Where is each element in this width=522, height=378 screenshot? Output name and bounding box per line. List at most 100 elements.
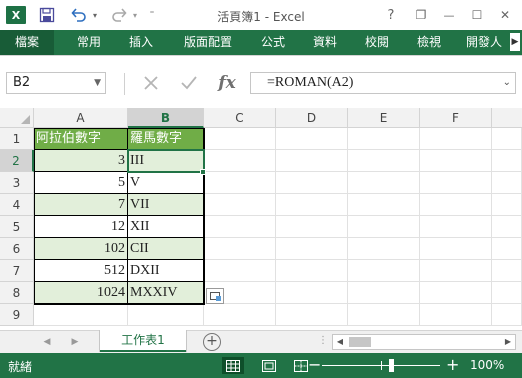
expand-formula-bar-icon[interactable]: ⌄ [503,73,511,93]
empty-cell[interactable] [348,194,420,216]
row-header-9[interactable]: 9 [0,304,34,326]
empty-cell[interactable] [348,150,420,172]
add-sheet-button[interactable]: + [203,333,221,351]
empty-cell[interactable] [492,150,522,172]
empty-cell[interactable] [348,128,420,150]
row-header-4[interactable]: 4 [0,194,34,216]
scroll-left-icon[interactable]: ◀ [333,335,347,349]
zoom-slider-thumb[interactable] [389,359,394,372]
empty-cell[interactable] [276,238,348,260]
empty-cell[interactable] [348,216,420,238]
empty-cell[interactable] [204,216,276,238]
ribbon-scroll-right-icon[interactable]: ▶ [510,33,520,51]
empty-cell[interactable] [420,172,492,194]
empty-cell[interactable] [420,260,492,282]
tab-split-handle-icon[interactable]: ⋮ [318,335,328,346]
quick-analysis-icon[interactable] [206,288,224,304]
empty-cell[interactable] [492,172,522,194]
prev-sheet-icon[interactable]: ◀ [40,335,54,349]
empty-cell[interactable] [204,172,276,194]
empty-cell[interactable] [492,304,522,326]
close-button[interactable]: ✕ [494,4,516,26]
empty-cell[interactable] [492,282,522,304]
table-cell-arabic[interactable]: 3 [34,150,128,172]
redo-icon[interactable] [108,6,130,24]
empty-cell[interactable] [276,172,348,194]
table-header-roman[interactable]: 羅馬數字 [128,128,204,150]
empty-cell[interactable] [348,304,420,326]
table-cell-roman[interactable]: CII [128,238,204,260]
column-header-c[interactable]: C [204,108,276,128]
horizontal-scroll-thumb[interactable] [349,337,371,347]
empty-cell[interactable] [34,304,128,326]
empty-cell[interactable] [204,194,276,216]
cancel-icon[interactable] [140,72,162,94]
table-cell-arabic[interactable]: 7 [34,194,128,216]
table-cell-arabic[interactable]: 512 [34,260,128,282]
name-box-dropdown-icon[interactable]: ▼ [94,73,101,93]
empty-cell[interactable] [492,238,522,260]
column-header-f[interactable]: F [420,108,492,128]
empty-cell[interactable] [204,238,276,260]
empty-cell[interactable] [420,282,492,304]
select-all-button[interactable] [0,108,34,128]
column-header-b[interactable]: B [128,108,204,128]
empty-cell[interactable] [420,238,492,260]
tab-view[interactable]: 檢視 [406,30,452,55]
table-cell-arabic[interactable]: 5 [34,172,128,194]
empty-cell[interactable] [276,194,348,216]
scroll-right-icon[interactable]: ▶ [501,335,515,349]
zoom-out-button[interactable]: − [308,355,321,374]
empty-cell[interactable] [420,128,492,150]
empty-cell[interactable] [420,194,492,216]
customize-quick-access-icon[interactable]: ⁼ [146,6,158,24]
minimize-button[interactable]: — [438,4,460,26]
empty-cell[interactable] [276,150,348,172]
zoom-in-button[interactable]: + [446,355,459,374]
table-cell-roman[interactable]: MXXIV [128,282,204,304]
row-header-7[interactable]: 7 [0,260,34,282]
save-icon[interactable] [36,6,58,24]
formula-input[interactable]: =ROMAN(A2) ⌄ [250,72,516,94]
column-header-e[interactable]: E [348,108,420,128]
tab-formulas[interactable]: 公式 [250,30,296,55]
table-cell-roman[interactable]: VII [128,194,204,216]
empty-cell[interactable] [128,304,204,326]
empty-cell[interactable] [492,216,522,238]
tab-developer[interactable]: 開發人 [458,30,510,55]
name-box[interactable]: B2 ▼ [6,72,106,94]
empty-cell[interactable] [204,304,276,326]
empty-cell[interactable] [276,282,348,304]
column-header-g-partial[interactable] [492,108,522,128]
row-header-1[interactable]: 1 [0,128,34,150]
tab-file[interactable]: 檔案 [0,30,54,55]
empty-cell[interactable] [276,128,348,150]
tab-home[interactable]: 常用 [66,30,112,55]
column-header-a[interactable]: A [34,108,128,128]
table-cell-arabic[interactable]: 1024 [34,282,128,304]
empty-cell[interactable] [204,260,276,282]
empty-cell[interactable] [204,150,276,172]
empty-cell[interactable] [204,128,276,150]
empty-cell[interactable] [276,304,348,326]
tab-page-layout[interactable]: 版面配置 [176,30,240,55]
maximize-button[interactable]: ☐ [466,4,488,26]
tab-insert[interactable]: 插入 [118,30,164,55]
tab-data[interactable]: 資料 [302,30,348,55]
empty-cell[interactable] [420,150,492,172]
table-cell-roman[interactable]: V [128,172,204,194]
empty-cell[interactable] [348,282,420,304]
enter-check-icon[interactable] [178,72,200,94]
empty-cell[interactable] [348,172,420,194]
page-layout-view-icon[interactable] [258,357,280,374]
redo-dropdown-icon[interactable]: ▾ [130,6,140,24]
insert-function-icon[interactable]: fx [214,72,240,94]
ribbon-display-options-icon[interactable]: ❐ [410,4,432,26]
undo-icon[interactable] [68,6,90,24]
empty-cell[interactable] [492,194,522,216]
empty-cell[interactable] [276,260,348,282]
column-header-d[interactable]: D [276,108,348,128]
next-sheet-icon[interactable]: ▶ [68,335,82,349]
empty-cell[interactable] [420,304,492,326]
empty-cell[interactable] [420,216,492,238]
